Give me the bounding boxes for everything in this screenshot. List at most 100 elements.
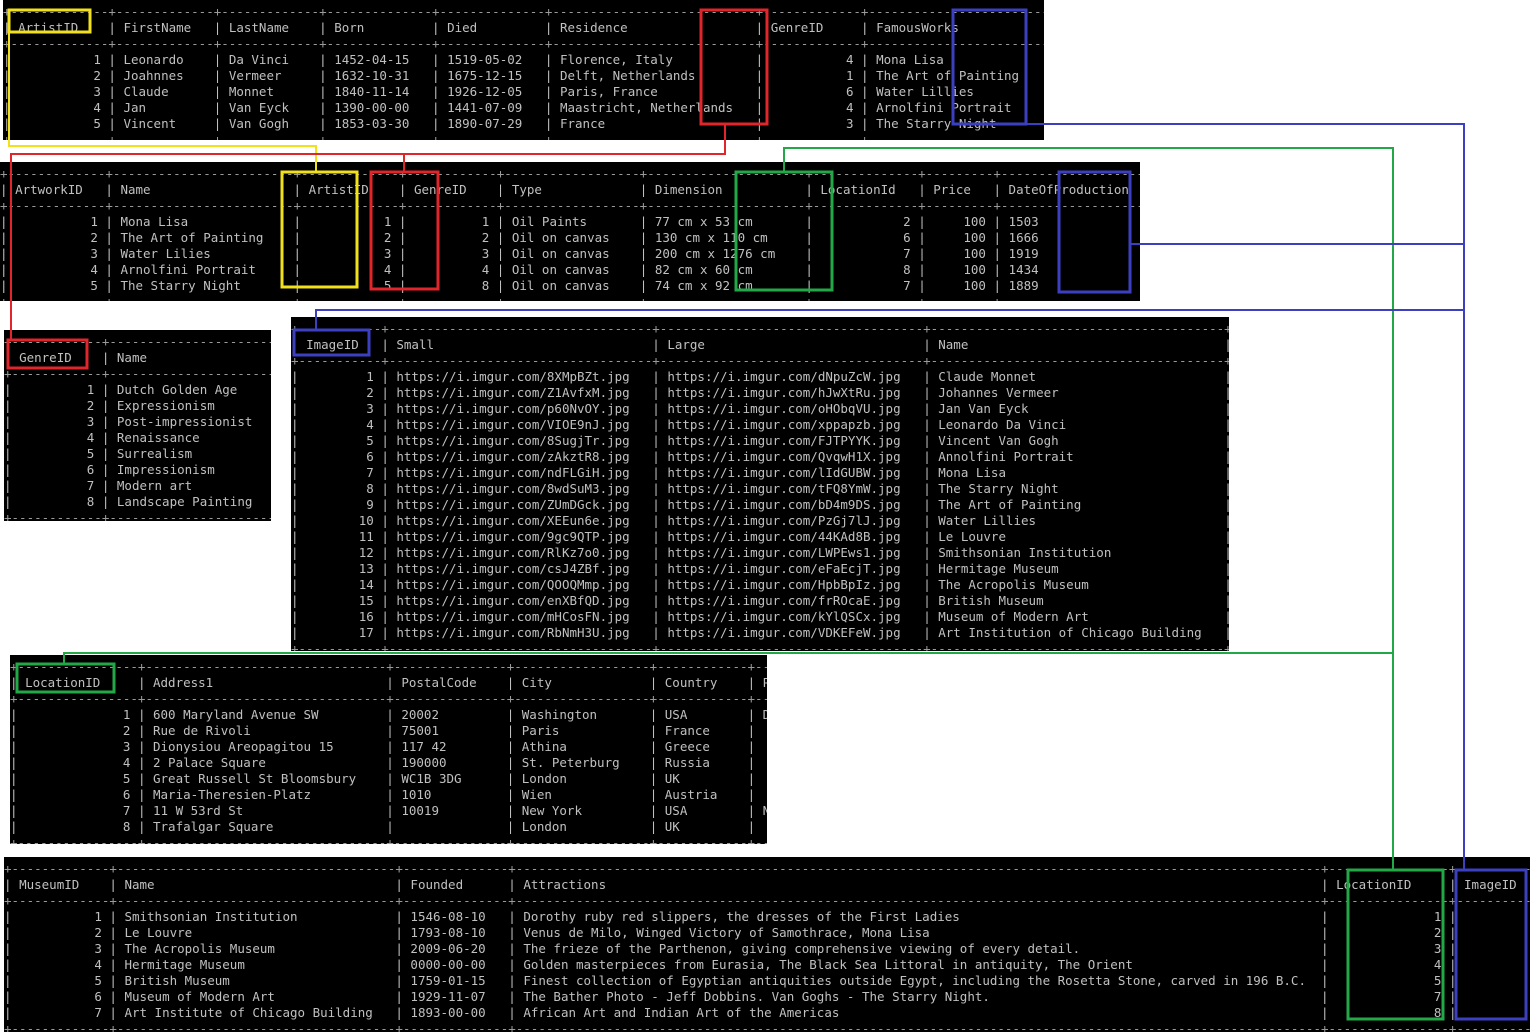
cell-artist-id: 5 xyxy=(308,278,392,293)
table-row: | 1 | Leonardo | Da Vinci | 1452-04-15 |… xyxy=(3,52,1042,67)
column-header-date-of-production: DateOfProduction xyxy=(1008,182,1140,197)
cell-founded: 1546-08-10 xyxy=(410,909,501,924)
table-row: | 17 | https://i.imgur.com/RbNmH3U.jpg |… xyxy=(291,625,1229,640)
cell-address1: 600 Maryland Avenue SW xyxy=(153,707,379,722)
table-row: | 6 | https://i.imgur.com/zAkztR8.jpg | … xyxy=(291,449,1229,464)
table-row: | 1 | https://i.imgur.com/8XMpBZt.jpg | … xyxy=(291,369,1229,384)
cell-city: Athina xyxy=(521,739,643,754)
column-header-name: Name xyxy=(120,182,287,197)
cell-genre-id: 5 xyxy=(19,446,95,461)
cell-large: https://i.imgur.com/xppapzb.jpg xyxy=(667,417,916,432)
cell-province xyxy=(763,739,767,755)
cell-died: 1890-07-29 xyxy=(447,116,538,131)
cell-large: https://i.imgur.com/kYlQSCx.jpg xyxy=(667,609,916,624)
cell-genre-id: 3 xyxy=(19,414,95,429)
table-row: | 8 | https://i.imgur.com/8wdSuM3.jpg | … xyxy=(291,481,1229,496)
cell-genre-id: 4 xyxy=(413,262,490,277)
cell-date-of-production: 1889 xyxy=(1008,278,1140,293)
cell-location-id: 6 xyxy=(25,787,131,802)
table-row: | 6 | Museum of Modern Art | 1929-11-07 … xyxy=(4,989,1530,1005)
cell-last-name: Da Vinci xyxy=(228,52,312,67)
table-row: | 2 | Expressionism | xyxy=(4,398,271,414)
cell-address1: 11 W 53rd St xyxy=(153,803,379,818)
cell-name: Water Lillies xyxy=(938,513,1217,528)
column-header-dimension: Dimension xyxy=(654,182,798,197)
cell-artist-id: 4 xyxy=(18,100,101,115)
column-header-type: Type xyxy=(511,182,633,197)
cell-genre-id: 6 xyxy=(19,462,95,477)
table-row: | 4 | Renaissance | xyxy=(4,430,271,446)
cell-name: The Acropolis Museum xyxy=(124,941,388,956)
cell-name: British Museum xyxy=(938,593,1217,608)
table-row: | 5 | British Museum | 1759-01-15 | Fine… xyxy=(4,973,1530,989)
cell-small: https://i.imgur.com/9gc9QTP.jpg xyxy=(396,529,645,544)
cell-attractions: African Art and Indian Art of the Americ… xyxy=(523,1005,1314,1020)
cell-small: https://i.imgur.com/zAkztR8.jpg xyxy=(396,449,645,464)
cell-price: 100 xyxy=(933,214,986,229)
cell-name: Leonardo Da Vinci xyxy=(938,417,1217,432)
table-border: +-------------+-------------------------… xyxy=(4,1021,1530,1032)
cell-genre-id: 6 xyxy=(770,84,854,99)
cell-genre-id: 4 xyxy=(19,430,95,445)
cell-name: The Starry Night xyxy=(120,278,287,293)
cell-postal-code: 117 42 xyxy=(401,739,500,754)
column-header-genre-id: GenreID xyxy=(413,182,490,197)
column-header-famous-works: FamousWorks xyxy=(876,20,1042,35)
cell-famous-works: Arnolfini Portrait xyxy=(876,100,1042,115)
column-header-first-name: FirstName xyxy=(123,20,207,35)
column-header-museum-id: MuseumID xyxy=(19,877,102,892)
table-row: | 5 | Great Russell St Bloomsbury | WC1B… xyxy=(10,771,767,787)
cell-image-id: 1 xyxy=(306,369,374,384)
cell-genre-id: 3 xyxy=(413,246,490,261)
cell-location-id: 4 xyxy=(1336,957,1442,972)
table-row: | 2 | Joahnnes | Vermeer | 1632-10-31 | … xyxy=(3,68,1042,83)
cell-type: Oil on canvas xyxy=(511,230,633,245)
cell-location-id: 5 xyxy=(25,771,131,786)
column-header-price: Price xyxy=(933,182,986,197)
table-row: | 4 | https://i.imgur.com/VIOE9nJ.jpg | … xyxy=(291,417,1229,432)
cell-large: https://i.imgur.com/VDKEFeW.jpg xyxy=(667,625,916,640)
cell-name: Impressionism xyxy=(116,462,271,477)
cell-large: https://i.imgur.com/HpbBpIz.jpg xyxy=(667,577,916,592)
cell-museum-id: 4 xyxy=(19,957,102,972)
cell-genre-id: 7 xyxy=(19,478,95,493)
cell-name: Johannes Vermeer xyxy=(938,385,1217,400)
cell-famous-works: The Starry Night xyxy=(876,116,1042,131)
table-border: +-------------+------------------------+… xyxy=(0,166,1140,181)
cell-name: Smithsonian Institution xyxy=(124,909,388,924)
cell-famous-works: Mona Lisa xyxy=(876,52,1042,67)
column-header-city: City xyxy=(521,675,643,690)
cell-postal-code: 10019 xyxy=(401,803,500,818)
cell-large: https://i.imgur.com/LWPEws1.jpg xyxy=(667,545,916,560)
artist-table: +-------------+-------------+-----------… xyxy=(3,0,1044,140)
table-row: | 3 | Claude | Monnet | 1840-11-14 | 192… xyxy=(3,84,1042,99)
table-border: +-------------+-------------+-----------… xyxy=(3,36,1044,51)
cell-small: https://i.imgur.com/p60NvOY.jpg xyxy=(396,401,645,416)
cell-image-id: 17 xyxy=(306,625,374,640)
column-header-location-id: LocationID xyxy=(25,675,131,690)
cell-country: Russia xyxy=(664,755,741,770)
cell-genre-id: 4 xyxy=(770,100,854,115)
cell-location-id: 6 xyxy=(820,230,911,245)
cell-large: https://i.imgur.com/PzGj7lJ.jpg xyxy=(667,513,916,528)
cell-small: https://i.imgur.com/RlKz7o0.jpg xyxy=(396,545,645,560)
table-row: | 16 | https://i.imgur.com/mHCosFN.jpg |… xyxy=(291,609,1229,624)
cell-date-of-production: 1503 xyxy=(1008,214,1140,229)
column-header-last-name: LastName xyxy=(228,20,312,35)
table-header-row: | MuseumID | Name | Founded | Attraction… xyxy=(4,877,1530,893)
cell-dimension: 200 cm x 1276 cm xyxy=(654,246,798,261)
table-row: | 9 | https://i.imgur.com/ZUmDGck.jpg | … xyxy=(291,497,1229,512)
cell-first-name: Vincent xyxy=(123,116,207,131)
cell-artwork-id: 3 xyxy=(15,246,98,261)
table-row: | 3 | The Acropolis Museum | 2009-06-20 … xyxy=(4,941,1530,957)
cell-name: Modern art xyxy=(116,478,271,493)
cell-location-id: 1 xyxy=(1336,909,1442,924)
cell-artist-id: 4 xyxy=(308,262,392,277)
cell-postal-code: 190000 xyxy=(401,755,500,770)
cell-genre-id: 4 xyxy=(770,52,854,67)
cell-genre-id: 2 xyxy=(413,230,490,245)
cell-small: https://i.imgur.com/ndFLGiH.jpg xyxy=(396,465,645,480)
cell-large: https://i.imgur.com/dNpuZcW.jpg xyxy=(667,369,916,384)
cell-location-id: 7 xyxy=(1336,989,1442,1004)
cell-artist-id: 1 xyxy=(308,214,392,229)
